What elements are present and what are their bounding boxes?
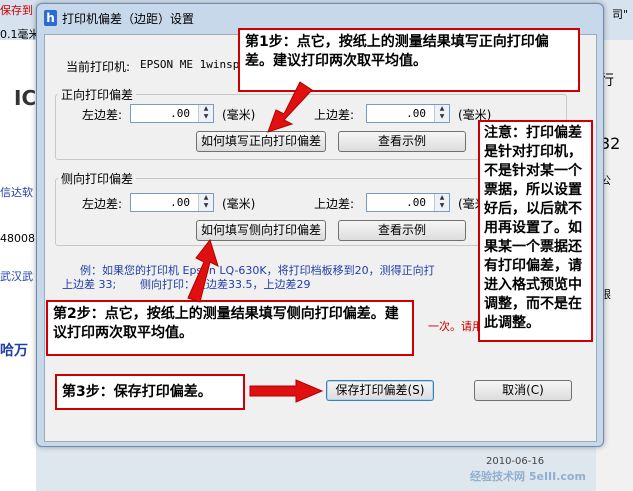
arrow-step2-icon <box>187 238 219 303</box>
arrow-step3-icon <box>249 379 324 403</box>
arrow-step1-icon <box>267 81 313 133</box>
arrow-overlay <box>187 81 324 403</box>
